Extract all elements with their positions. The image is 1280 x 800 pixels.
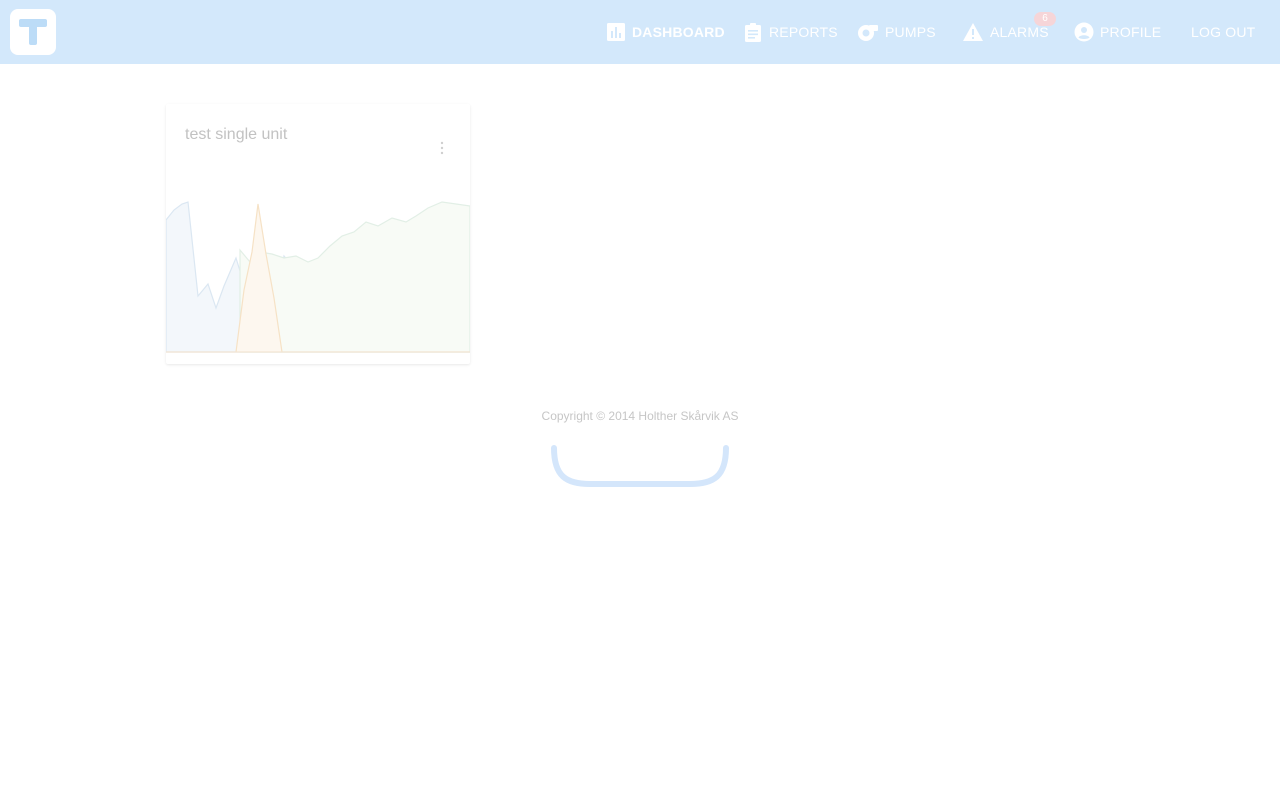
nav-pumps[interactable]: PUMPS	[857, 20, 936, 44]
nav-dashboard[interactable]: DASHBOARD	[606, 20, 725, 44]
nav-alarms-label: ALARMS	[990, 24, 1049, 40]
clipboard-icon	[743, 22, 763, 42]
top-app-bar: DASHBOARD REPORTS PUMPS ALARMS PROFILE L…	[0, 0, 1280, 64]
nav-profile[interactable]: PROFILE	[1074, 20, 1161, 44]
alarms-count-badge: 6	[1034, 12, 1056, 26]
loading-spinner	[551, 445, 729, 487]
nav-reports-label: REPORTS	[769, 24, 838, 40]
widget-title: test single unit	[185, 126, 288, 143]
account-circle-icon	[1074, 22, 1094, 42]
dashboard-widget-card: test single unit	[166, 104, 470, 364]
main-nav: DASHBOARD REPORTS PUMPS ALARMS PROFILE L…	[0, 0, 1280, 64]
nav-pumps-label: PUMPS	[885, 24, 936, 40]
pump-icon	[857, 22, 879, 42]
footer-copyright: Copyright © 2014 Holther Skårvik AS	[541, 409, 739, 423]
nav-reports[interactable]: REPORTS	[743, 20, 838, 44]
nav-logout-label: LOG OUT	[1191, 24, 1256, 40]
more-vertical-icon[interactable]	[434, 138, 450, 158]
widget-sparkline-chart	[166, 201, 470, 353]
bar-chart-icon	[606, 22, 626, 42]
warning-icon	[962, 22, 984, 42]
nav-logout[interactable]: LOG OUT	[1191, 20, 1255, 44]
nav-profile-label: PROFILE	[1100, 24, 1162, 40]
nav-dashboard-label: DASHBOARD	[632, 24, 725, 40]
